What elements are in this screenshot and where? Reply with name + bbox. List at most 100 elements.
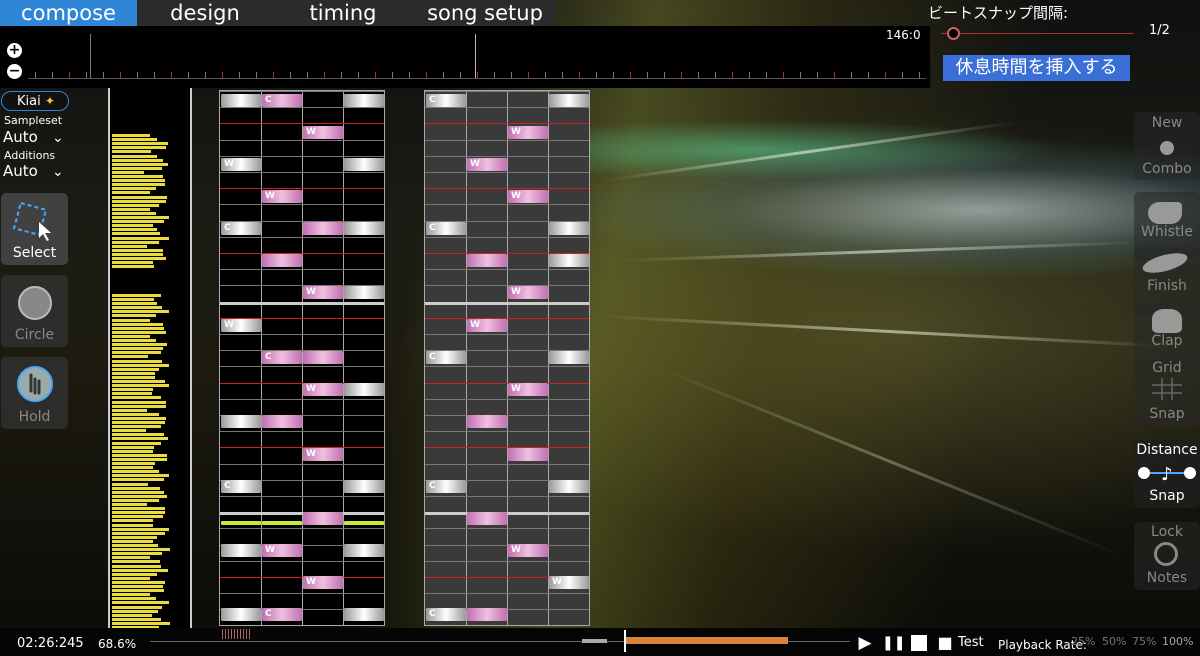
note-silver[interactable]: W <box>549 576 589 589</box>
waveform-bar <box>112 224 153 228</box>
timeline-current-marker[interactable] <box>475 34 476 78</box>
note-silver[interactable]: C <box>426 94 466 107</box>
play-icon[interactable]: ▶ <box>856 634 874 652</box>
chevron-down-icon[interactable]: ⌄ <box>52 130 64 146</box>
note-silver[interactable]: C <box>426 608 466 621</box>
note-whistle[interactable] <box>508 448 548 461</box>
tab-compose[interactable]: compose <box>0 0 137 26</box>
kiai-toggle[interactable]: Kiai ✦ <box>1 91 69 111</box>
note-silver[interactable]: W <box>221 158 261 171</box>
note-whistle[interactable]: C <box>262 608 302 621</box>
sampleset-label: Sampleset <box>4 114 63 127</box>
note-silver[interactable]: W <box>221 319 261 332</box>
timeline-tick <box>426 72 427 78</box>
lock-notes-toggle[interactable]: Lock Notes <box>1134 522 1200 590</box>
note-whistle[interactable]: W <box>508 126 548 139</box>
zoom-out-icon[interactable]: − <box>7 64 22 79</box>
note-silver[interactable]: C <box>221 222 261 235</box>
note-silver[interactable] <box>344 480 384 493</box>
note-whistle[interactable]: W <box>303 126 343 139</box>
note-whistle[interactable]: W <box>467 158 507 171</box>
note-whistle[interactable] <box>262 254 302 267</box>
note-whistle[interactable] <box>303 222 343 235</box>
beat-snap-slider-knob[interactable] <box>947 27 960 40</box>
rate-25[interactable]: 25% <box>1071 635 1095 648</box>
snap-line <box>220 155 384 157</box>
grid-snap-toggle[interactable]: Grid Snap <box>1134 358 1200 426</box>
note-silver[interactable] <box>221 415 261 428</box>
pause-icon[interactable]: ❚❚ <box>882 634 905 652</box>
rate-100[interactable]: 100% <box>1162 635 1193 648</box>
note-silver[interactable] <box>549 94 589 107</box>
note-selected[interactable] <box>262 521 302 525</box>
note-silver[interactable] <box>221 94 261 107</box>
note-silver[interactable] <box>344 94 384 107</box>
scrubber-playhead[interactable] <box>624 630 626 652</box>
note-silver[interactable] <box>344 608 384 621</box>
sampleset-dropdown[interactable]: Auto <box>3 128 38 146</box>
insert-break-button[interactable]: 休息時間を挿入する <box>943 55 1130 81</box>
note-whistle[interactable]: W <box>303 448 343 461</box>
new-combo-toggle[interactable]: New Combo <box>1134 112 1200 180</box>
note-whistle[interactable]: W <box>508 286 548 299</box>
timeline-tick <box>596 72 597 78</box>
note-whistle[interactable] <box>262 415 302 428</box>
distance-snap-toggle[interactable]: Distance ♪ Snap <box>1134 440 1200 508</box>
note-whistle[interactable]: C <box>262 94 302 107</box>
camera-icon[interactable]: ■ <box>936 634 954 652</box>
note-whistle[interactable]: W <box>303 383 343 396</box>
note-silver[interactable] <box>344 222 384 235</box>
note-whistle[interactable] <box>467 512 507 525</box>
note-selected[interactable] <box>344 521 384 525</box>
note-silver[interactable]: C <box>426 351 466 364</box>
waveform-bar <box>112 187 156 191</box>
note-whistle[interactable] <box>303 351 343 364</box>
circle-tool-button[interactable]: Circle <box>1 275 68 347</box>
additions-dropdown[interactable]: Auto <box>3 162 38 180</box>
note-silver[interactable] <box>549 222 589 235</box>
rate-75[interactable]: 75% <box>1132 635 1156 648</box>
note-whistle[interactable] <box>467 415 507 428</box>
beat-snap-slider[interactable] <box>941 33 1134 34</box>
note-whistle[interactable]: W <box>508 383 548 396</box>
note-silver[interactable] <box>344 286 384 299</box>
measure-line <box>425 301 589 305</box>
note-selected[interactable] <box>221 521 261 525</box>
note-silver[interactable] <box>344 544 384 557</box>
note-whistle[interactable]: W <box>262 544 302 557</box>
note-silver[interactable]: C <box>426 222 466 235</box>
rate-50[interactable]: 50% <box>1102 635 1126 648</box>
hold-tool-button[interactable]: Hold <box>1 357 68 429</box>
stop-icon[interactable] <box>911 635 927 651</box>
note-silver[interactable]: C <box>426 480 466 493</box>
note-silver[interactable] <box>549 254 589 267</box>
note-silver[interactable] <box>221 544 261 557</box>
note-whistle[interactable]: W <box>508 190 548 203</box>
timeline-tick <box>409 72 410 78</box>
note-silver[interactable]: C <box>221 480 261 493</box>
note-silver[interactable] <box>549 480 589 493</box>
select-tool-button[interactable]: Select <box>1 193 68 265</box>
note-whistle[interactable]: C <box>262 351 302 364</box>
timeline-tick <box>52 72 53 78</box>
note-whistle[interactable]: W <box>262 190 302 203</box>
note-whistle[interactable]: W <box>303 286 343 299</box>
note-silver[interactable] <box>344 383 384 396</box>
note-silver[interactable] <box>221 608 261 621</box>
note-silver[interactable] <box>549 351 589 364</box>
note-whistle[interactable]: W <box>303 576 343 589</box>
note-whistle[interactable] <box>303 512 343 525</box>
note-whistle[interactable]: W <box>467 319 507 332</box>
chevron-down-icon[interactable]: ⌄ <box>52 164 64 180</box>
tab-timing[interactable]: timing <box>290 0 396 26</box>
test-button[interactable]: Test <box>958 635 984 650</box>
note-whistle[interactable] <box>467 254 507 267</box>
tab-design[interactable]: design <box>150 0 260 26</box>
kiai-sparkle-icon: ✦ <box>44 94 55 108</box>
note-whistle[interactable]: W <box>508 544 548 557</box>
editor-playfield[interactable]: C W W W C W W C W W C W W C <box>219 90 385 626</box>
zoom-in-icon[interactable]: + <box>7 43 22 58</box>
note-silver[interactable] <box>344 158 384 171</box>
tab-song-setup[interactable]: song setup <box>420 0 550 26</box>
note-whistle[interactable] <box>467 608 507 621</box>
